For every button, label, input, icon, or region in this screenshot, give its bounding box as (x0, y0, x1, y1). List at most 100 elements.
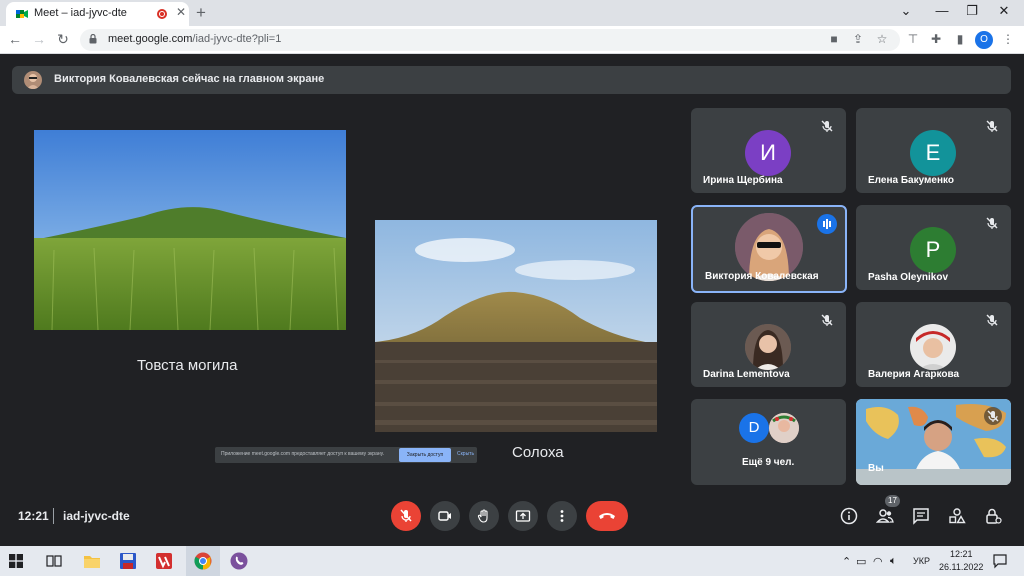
browser-tab-bar: Meet – iad-jyvc-dte ✕ + ⌄ — ❐ ✕ (0, 0, 1024, 26)
slide-image-solokha (375, 220, 657, 432)
file-explorer-icon[interactable] (82, 551, 102, 571)
restore-icon[interactable]: ❐ (962, 3, 982, 19)
participant-tile[interactable]: Е Елена Бакуменко (856, 108, 1011, 193)
divider (53, 508, 54, 524)
screen-share-notice: Приложение meet.google.com предоставляет… (215, 447, 477, 463)
more-participants-label: Ещё 9 чел. (742, 457, 795, 468)
mic-off-icon (821, 120, 833, 132)
omnibox[interactable]: meet.google.com/iad-jyvc-dte?pli=1 (80, 29, 900, 51)
participant-name: Виктория Ковалевская (705, 271, 819, 282)
task-view-icon[interactable] (46, 554, 62, 568)
host-controls-lock-icon[interactable] (984, 507, 1002, 525)
lock-icon (89, 34, 97, 44)
people-icon[interactable] (876, 507, 894, 525)
mic-off-icon (984, 407, 1002, 425)
extensions-puzzle-icon[interactable]: ✚ (928, 32, 944, 46)
speaking-indicator-icon (817, 214, 837, 234)
more-participants-tile[interactable]: D Ещё 9 чел. (691, 399, 846, 485)
hand-icon (477, 509, 488, 523)
windows-start-icon[interactable] (9, 554, 23, 568)
participant-avatar: И (745, 130, 791, 176)
meeting-code: iad-jyvc-dte (63, 509, 130, 523)
slide-caption-2: Солоха (512, 444, 564, 461)
mic-off-icon (986, 217, 998, 229)
more-options-button[interactable] (547, 501, 577, 531)
notifications-icon[interactable] (992, 553, 1008, 569)
profile-avatar[interactable]: O (975, 31, 993, 49)
chrome-icon[interactable] (193, 551, 213, 571)
address-bar-row: ← → ↻ meet.google.com/iad-jyvc-dte?pli=1… (0, 26, 1024, 54)
more-vert-icon (560, 510, 564, 522)
vivaldi-app-icon[interactable] (154, 551, 174, 571)
taskbar-clock-date[interactable]: 26.11.2022 (939, 562, 983, 572)
participant-tile[interactable]: И Ирина Щербина (691, 108, 846, 193)
camera-icon (438, 511, 451, 521)
participant-tile[interactable]: Darina Lementova (691, 302, 846, 387)
browser-tab[interactable]: Meet – iad-jyvc-dte ✕ (6, 2, 189, 26)
leave-call-button[interactable] (586, 501, 628, 531)
tray-overflow-icon[interactable]: ⌃ (842, 555, 851, 568)
meeting-info-icon[interactable] (840, 507, 858, 525)
participant-avatar: P (910, 227, 956, 273)
camera-in-use-icon[interactable]: ■ (826, 32, 842, 46)
viber-icon[interactable] (229, 551, 249, 571)
side-panel-icon[interactable]: ▮ (952, 32, 968, 46)
input-language[interactable]: УКР (913, 556, 930, 566)
chat-icon[interactable] (912, 507, 930, 525)
slide-caption-1: Товста могила (137, 357, 238, 374)
participant-avatar (745, 324, 791, 370)
participant-avatar (910, 324, 956, 370)
microphone-toggle-button[interactable] (391, 501, 421, 531)
phone-hangup-icon (599, 513, 615, 519)
recording-indicator-icon (157, 9, 167, 19)
stop-sharing-button[interactable]: Закрыть доступ (399, 448, 451, 462)
reload-icon[interactable]: ↻ (54, 31, 72, 48)
tab-title: Meet – iad-jyvc-dte (34, 7, 127, 19)
camera-toggle-button[interactable] (430, 501, 460, 531)
taskbar-clock-time[interactable]: 12:21 (950, 549, 973, 559)
save-app-icon[interactable] (118, 551, 138, 571)
tab-search-icon[interactable]: ⌄ (896, 3, 916, 19)
presenter-banner: Виктория Ковалевская сейчас на главном э… (12, 66, 1011, 94)
battery-icon[interactable]: ▭ (856, 555, 866, 568)
raise-hand-button[interactable] (469, 501, 499, 531)
presenter-avatar (24, 71, 42, 89)
mic-off-icon (986, 314, 998, 326)
activities-icon[interactable] (948, 507, 966, 525)
url-text: meet.google.com/iad-jyvc-dte?pli=1 (108, 33, 282, 45)
present-icon (515, 510, 531, 522)
mic-off-icon (400, 509, 412, 522)
present-screen-button[interactable] (508, 501, 538, 531)
windows-taskbar: ⌃ ▭ ◠ 🔈︎ УКР 12:21 26.11.2022 (0, 546, 1024, 576)
participant-tile-active-speaker[interactable]: Виктория Ковалевская (691, 205, 847, 293)
share-page-icon[interactable]: ⇪ (850, 32, 866, 46)
participant-tile[interactable]: P Pasha Oleynikov (856, 205, 1011, 290)
browser-menu-icon[interactable]: ⋮ (1000, 32, 1016, 46)
participant-tile[interactable]: Валерия Агаркова (856, 302, 1011, 387)
volume-icon[interactable]: 🔈︎ (890, 555, 897, 568)
participant-name: Pasha Oleynikov (868, 272, 949, 283)
mic-off-icon (821, 314, 833, 326)
minimize-icon[interactable]: — (932, 3, 952, 18)
close-window-icon[interactable]: ✕ (994, 3, 1014, 19)
network-icon[interactable]: ◠ (873, 555, 883, 568)
meeting-clock: 12:21 (18, 509, 49, 523)
mic-off-icon (986, 120, 998, 132)
people-count-badge: 17 (885, 495, 900, 507)
participant-name: Елена Бакуменко (868, 175, 954, 186)
slide-image-tovsta-mohyla (34, 130, 346, 330)
tab-close-icon[interactable]: ✕ (176, 5, 186, 19)
meet-logo-icon (16, 10, 28, 18)
participant-name: Darina Lementova (703, 369, 790, 380)
participant-name: Ирина Щербина (703, 175, 783, 186)
self-view-tile[interactable]: Вы (856, 399, 1011, 485)
participant-name: Вы (868, 463, 884, 474)
new-tab-button[interactable]: + (196, 3, 206, 23)
back-icon[interactable]: ← (6, 31, 24, 47)
extension-pin-icon[interactable]: ⊤ (905, 32, 921, 46)
forward-icon[interactable]: → (30, 31, 48, 47)
hide-notice-button[interactable]: Скрыть (457, 451, 474, 457)
participant-avatar: Е (910, 130, 956, 176)
bookmark-star-icon[interactable]: ☆ (874, 32, 890, 46)
participant-avatar: D (739, 413, 769, 443)
